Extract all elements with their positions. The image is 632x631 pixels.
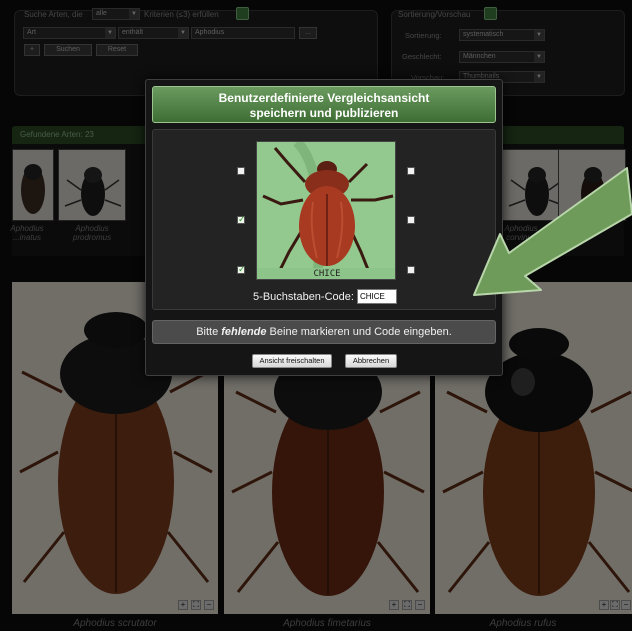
dialog-title: Benutzerdefinierte Vergleichsansicht spe… <box>152 86 496 123</box>
hint-text-start: Bitte <box>196 326 222 338</box>
code-label: 5-Buchstaben-Code: <box>253 290 354 303</box>
leg-checkbox-right-3[interactable] <box>407 266 415 274</box>
hint-text-end: Beine markieren und Code eingeben. <box>266 326 452 338</box>
cancel-button[interactable]: Abbrechen <box>345 354 397 368</box>
captcha-beetle-image: CHICE <box>256 141 396 280</box>
leg-checkbox-left-1[interactable] <box>237 167 245 175</box>
code-row: 5-Buchstaben-Code: <box>153 289 497 304</box>
checkmark-icon: ✓ <box>238 214 246 224</box>
captcha-panel: CHICE ✓ ✓ 5-Buchstaben-Code: <box>152 129 496 310</box>
code-input[interactable] <box>356 289 397 304</box>
leg-checkbox-right-2[interactable] <box>407 216 415 224</box>
leg-checkbox-left-2[interactable]: ✓ <box>237 214 246 224</box>
leg-checkbox-right-1[interactable] <box>407 167 415 175</box>
captcha-image-caption: CHICE <box>313 269 341 279</box>
instruction-banner: Bitte fehlende Beine markieren und Code … <box>152 320 496 344</box>
hint-emphasis: fehlende <box>221 326 267 338</box>
dialog-title-line1: Benutzerdefinierte Vergleichsansicht <box>218 91 430 105</box>
checkmark-icon: ✓ <box>238 264 246 274</box>
leg-checkbox-left-3[interactable]: ✓ <box>237 264 246 274</box>
dialog-title-line2: speichern und publizieren <box>249 106 399 120</box>
unlock-view-button[interactable]: Ansicht freischalten <box>252 354 332 368</box>
save-view-dialog: Benutzerdefinierte Vergleichsansicht spe… <box>145 79 503 376</box>
